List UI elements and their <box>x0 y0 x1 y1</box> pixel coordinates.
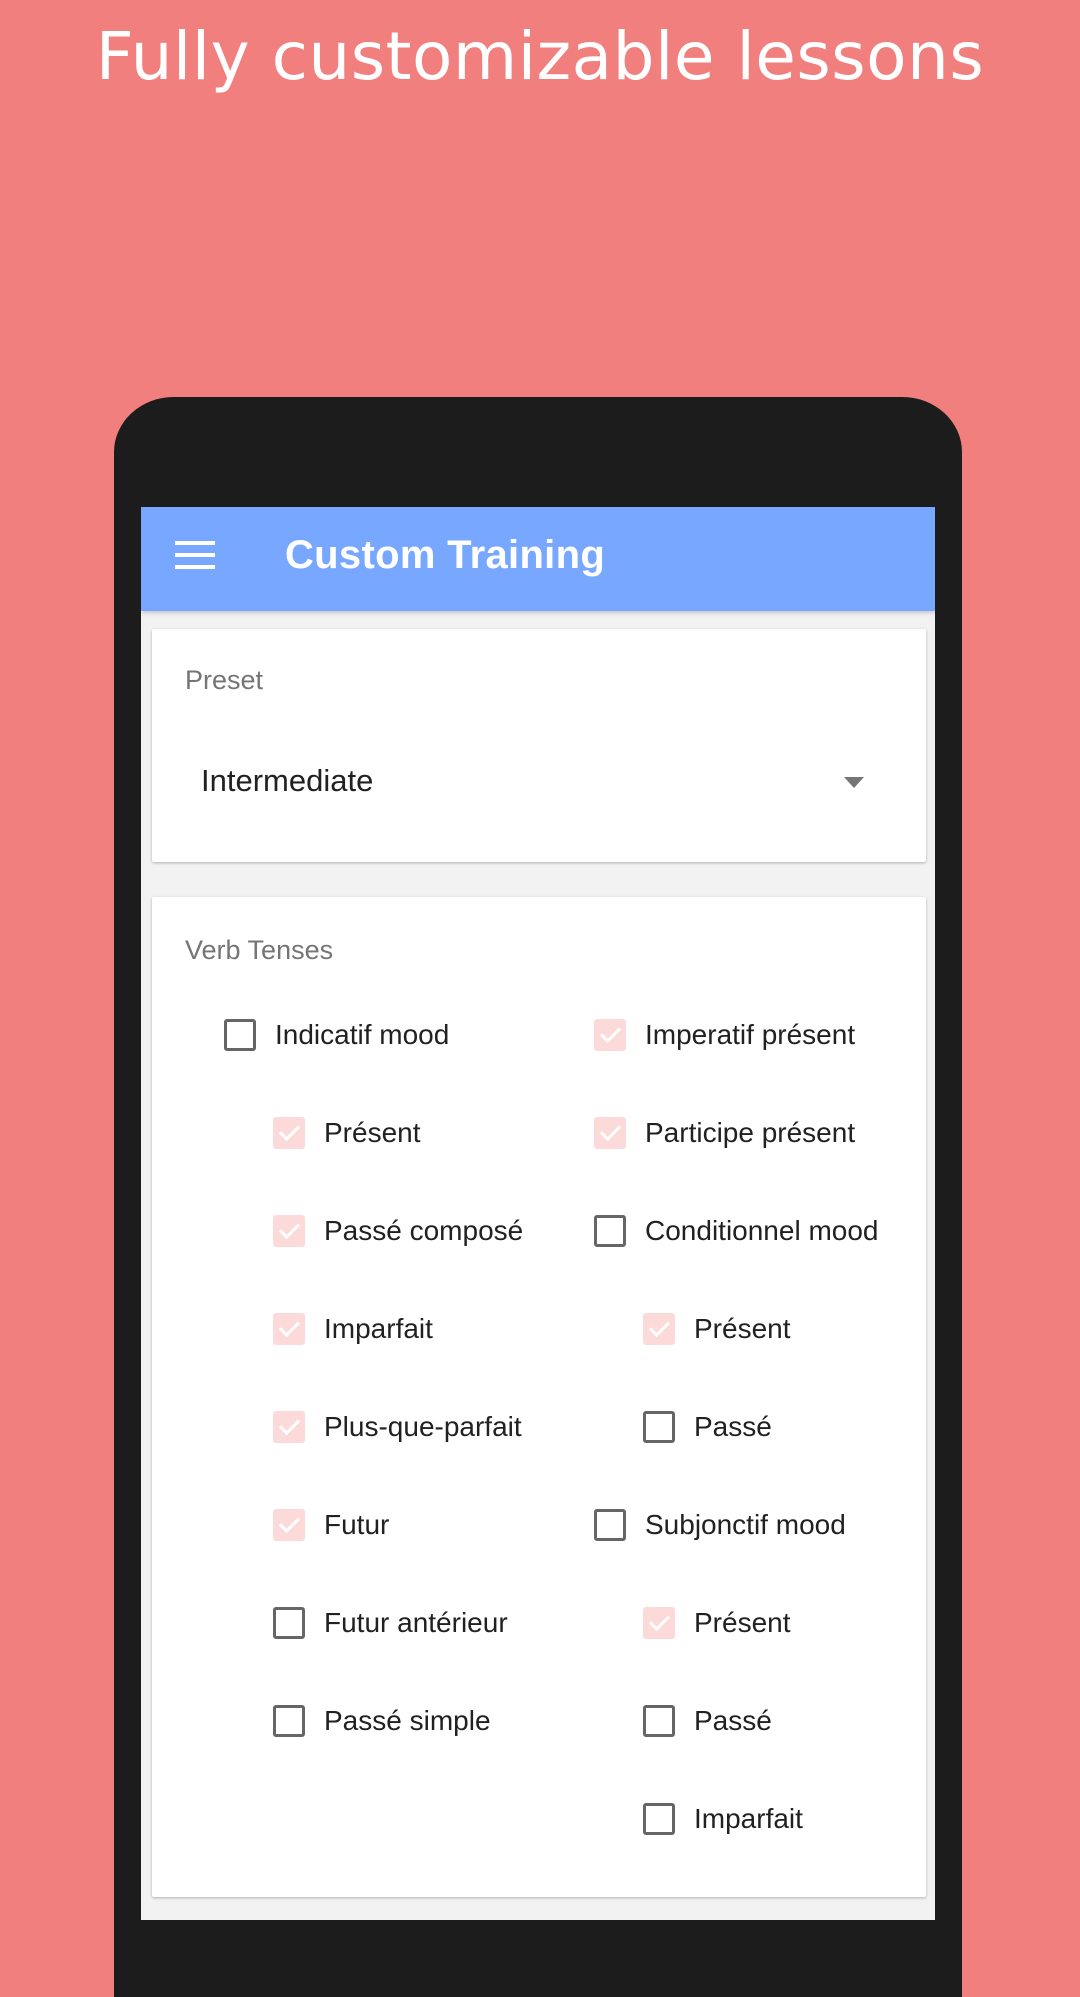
checkbox-label: Futur antérieur <box>324 1607 508 1638</box>
checkbox-label: Passé simple <box>324 1705 491 1736</box>
checkbox-imperatif-present[interactable]: Imperatif présent <box>594 1010 855 1060</box>
checkbox-box[interactable] <box>594 1215 626 1247</box>
checkbox-label: Subjonctif mood <box>645 1509 846 1540</box>
preset-card: Preset Intermediate <box>152 629 926 862</box>
checkbox-label: Présent <box>694 1313 791 1344</box>
checkbox-imparfait[interactable]: Imparfait <box>273 1304 433 1354</box>
checkbox-box[interactable] <box>273 1117 305 1149</box>
checkbox-box[interactable] <box>273 1705 305 1737</box>
checkbox-subjonctif-passe[interactable]: Passé <box>643 1696 772 1746</box>
app-bar: Custom Training <box>141 507 935 611</box>
checkbox-label: Imparfait <box>694 1803 803 1834</box>
checkbox-box[interactable] <box>594 1509 626 1541</box>
checkbox-label: Passé <box>694 1705 772 1736</box>
checkbox-box[interactable] <box>643 1411 675 1443</box>
checkbox-label: Conditionnel mood <box>645 1215 879 1246</box>
checkbox-box[interactable] <box>273 1607 305 1639</box>
checkbox-label: Imparfait <box>324 1313 433 1344</box>
checkbox-futur-anterieur[interactable]: Futur antérieur <box>273 1598 508 1648</box>
checkbox-box[interactable] <box>273 1411 305 1443</box>
checkbox-subjonctif-present[interactable]: Présent <box>643 1598 791 1648</box>
checkbox-label: Futur <box>324 1509 390 1540</box>
checkbox-conditionnel-passe[interactable]: Passé <box>643 1402 772 1452</box>
checkbox-futur[interactable]: Futur <box>273 1500 389 1550</box>
hamburger-menu-icon[interactable] <box>175 541 215 569</box>
checkbox-box[interactable] <box>643 1705 675 1737</box>
checkbox-label: Participe présent <box>645 1117 856 1148</box>
checkbox-box[interactable] <box>273 1215 305 1247</box>
checkbox-label: Passé composé <box>324 1215 524 1246</box>
checkbox-label: Imperatif présent <box>645 1019 856 1050</box>
checkbox-box[interactable] <box>594 1019 626 1051</box>
checkbox-label: Plus-que-parfait <box>324 1411 522 1442</box>
checkbox-box[interactable] <box>643 1313 675 1345</box>
checkbox-box[interactable] <box>273 1313 305 1345</box>
checkbox-subjonctif-imparfait[interactable]: Imparfait <box>643 1794 803 1844</box>
checkbox-passe-compose[interactable]: Passé composé <box>273 1206 523 1256</box>
checkbox-passe-simple[interactable]: Passé simple <box>273 1696 491 1746</box>
preset-selected-value: Intermediate <box>201 763 374 798</box>
checkbox-box[interactable] <box>643 1803 675 1835</box>
checkbox-plus-que-parfait[interactable]: Plus-que-parfait <box>273 1402 522 1452</box>
checkbox-label: Présent <box>324 1117 421 1148</box>
checkbox-indicatif-mood[interactable]: Indicatif mood <box>224 1010 449 1060</box>
checkbox-box[interactable] <box>594 1117 626 1149</box>
verb-tenses-card: Verb Tenses Indicatif mood Présent Passé… <box>152 897 926 1897</box>
checkbox-conditionnel-present[interactable]: Présent <box>643 1304 791 1354</box>
checkbox-conditionnel-mood[interactable]: Conditionnel mood <box>594 1206 879 1256</box>
preset-label: Preset <box>185 665 264 695</box>
promo-title: Fully customizable lessons <box>95 18 985 95</box>
checkbox-box[interactable] <box>273 1509 305 1541</box>
checkbox-label: Présent <box>694 1607 791 1638</box>
checkbox-subjonctif-mood[interactable]: Subjonctif mood <box>594 1500 846 1550</box>
checkbox-label: Passé <box>694 1411 772 1442</box>
checkbox-participe-present[interactable]: Participe présent <box>594 1108 855 1158</box>
preset-dropdown[interactable]: Intermediate <box>186 749 886 819</box>
checkbox-label: Indicatif mood <box>275 1019 450 1050</box>
checkbox-indicatif-present[interactable]: Présent <box>273 1108 421 1158</box>
checkbox-box[interactable] <box>643 1607 675 1639</box>
verb-tenses-label: Verb Tenses <box>185 935 334 965</box>
app-screen: Custom Training Preset Intermediate Verb… <box>141 507 935 1920</box>
checkbox-box[interactable] <box>224 1019 256 1051</box>
dropdown-arrow-icon <box>844 777 864 788</box>
app-title: Custom Training <box>285 533 606 577</box>
